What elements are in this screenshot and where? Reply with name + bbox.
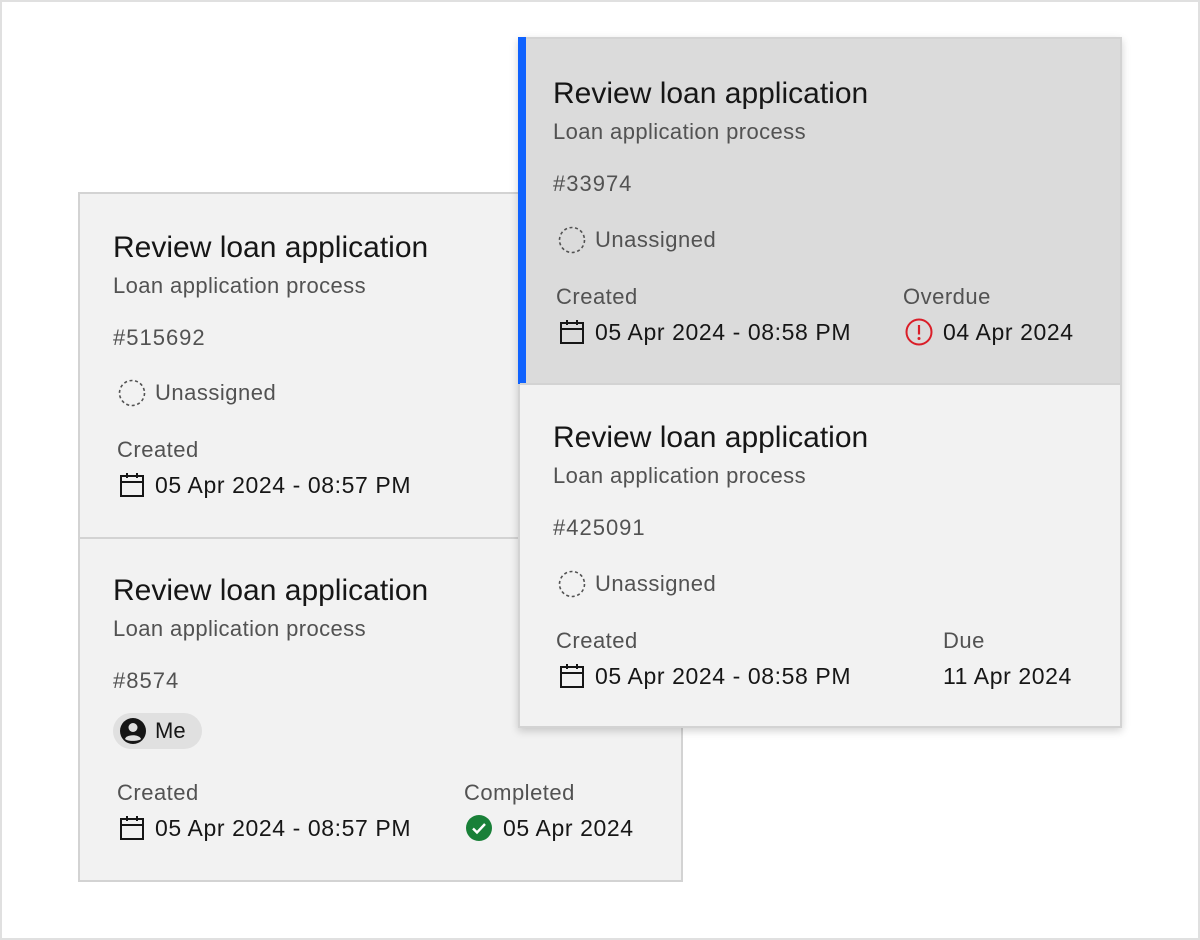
task-title: Review loan application [113, 231, 429, 264]
task-card-selected[interactable]: Review loan application Loan application… [518, 37, 1120, 384]
task-id: #33974 [553, 171, 633, 196]
dashed-circle-icon [558, 570, 586, 598]
task-title: Review loan application [553, 421, 869, 454]
selection-indicator [518, 37, 526, 384]
task-card[interactable]: Review loan application Loan application… [520, 383, 1120, 726]
task-id: #425091 [553, 515, 646, 540]
created-label: Created [556, 628, 638, 653]
assignee: Unassigned [557, 569, 716, 599]
checkmark-filled-icon [466, 815, 492, 841]
task-process: Loan application process [553, 119, 806, 144]
task-id: #515692 [113, 325, 206, 350]
assignee-label: Unassigned [595, 227, 717, 252]
task-process: Loan application process [553, 463, 806, 488]
created-value: 05 Apr 2024 - 08:57 PM [119, 471, 411, 499]
assignee: Unassigned [557, 225, 716, 255]
created-date: 05 Apr 2024 - 08:58 PM [595, 663, 852, 689]
dashed-circle-icon [558, 226, 586, 254]
created-date: 05 Apr 2024 - 08:57 PM [155, 472, 412, 498]
assignee-label: Unassigned [595, 571, 717, 596]
completed-date: 05 Apr 2024 [503, 815, 634, 841]
warning-circle-icon [905, 318, 933, 346]
calendar-icon [120, 816, 144, 840]
created-date: 05 Apr 2024 - 08:58 PM [595, 319, 852, 345]
assignee-label: Me [155, 718, 186, 743]
task-process: Loan application process [113, 616, 366, 641]
completed-label: Completed [464, 780, 575, 805]
due-label: Due [943, 628, 985, 653]
task-process: Loan application process [113, 273, 366, 298]
calendar-icon [560, 320, 584, 344]
overdue-value: 04 Apr 2024 [905, 318, 1074, 346]
created-date: 05 Apr 2024 - 08:57 PM [155, 815, 412, 841]
created-label: Created [117, 780, 199, 805]
created-label: Created [117, 437, 199, 462]
assignee: Unassigned [117, 378, 276, 408]
due-value: 11 Apr 2024 [943, 662, 1072, 690]
assignee-tag-me[interactable]: Me [113, 713, 202, 749]
created-value: 05 Apr 2024 - 08:58 PM [559, 662, 851, 690]
created-label: Created [556, 284, 638, 309]
task-title: Review loan application [113, 574, 429, 607]
task-title: Review loan application [553, 77, 869, 110]
dashed-circle-icon [118, 379, 146, 407]
task-list-panel-right: Review loan application Loan application… [518, 37, 1122, 728]
overdue-date: 04 Apr 2024 [943, 319, 1074, 345]
assignee-label: Unassigned [155, 380, 277, 405]
calendar-icon [120, 473, 144, 497]
overdue-label: Overdue [903, 284, 991, 309]
calendar-icon [560, 664, 584, 688]
task-id: #8574 [113, 668, 180, 693]
due-date: 11 Apr 2024 [943, 663, 1072, 689]
user-avatar-icon [120, 718, 146, 744]
created-value: 05 Apr 2024 - 08:58 PM [559, 318, 851, 346]
created-value: 05 Apr 2024 - 08:57 PM [119, 814, 411, 842]
completed-value: 05 Apr 2024 [465, 814, 634, 842]
